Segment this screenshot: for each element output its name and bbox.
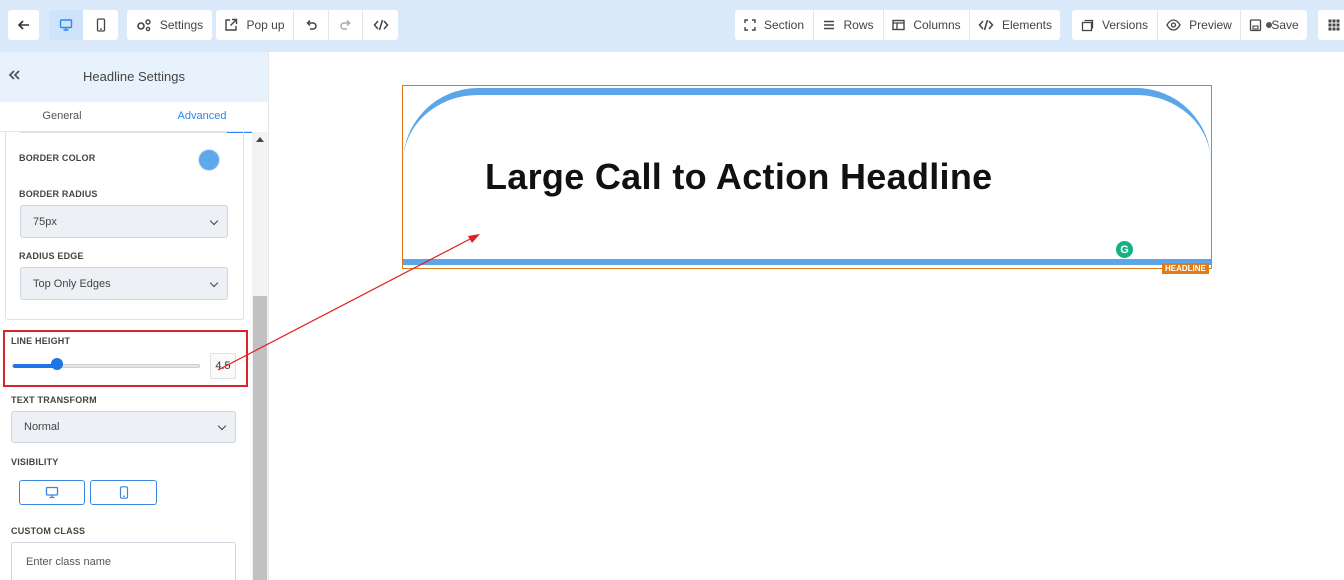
scrollbar-thumb[interactable] <box>253 296 267 580</box>
grammarly-icon[interactable]: G <box>1116 241 1133 258</box>
code-button[interactable] <box>362 10 398 40</box>
border-color-swatch[interactable] <box>198 149 220 171</box>
chevron-down-icon <box>217 421 227 431</box>
radius-edge-label: RADIUS EDGE <box>19 251 84 261</box>
undo-icon <box>306 19 317 30</box>
elements-button[interactable]: Elements <box>969 10 1060 40</box>
mobile-view-button[interactable] <box>83 10 118 40</box>
preview-button[interactable]: Preview <box>1157 10 1240 40</box>
preview-label: Preview <box>1189 18 1232 32</box>
undo-button[interactable] <box>293 10 328 40</box>
rows-button[interactable]: Rows <box>813 10 883 40</box>
line-height-slider-track[interactable] <box>12 364 200 368</box>
radius-edge-select[interactable]: Top Only Edges <box>20 267 228 300</box>
border-radius-select[interactable]: 75px <box>20 205 228 238</box>
radius-edge-value: Top Only Edges <box>33 277 111 290</box>
expand-icon <box>744 19 756 31</box>
settings-button[interactable]: Settings <box>127 10 212 40</box>
popup-button[interactable]: Pop up <box>216 10 293 40</box>
back-button[interactable] <box>8 10 39 40</box>
editor-canvas: Large Call to Action Headline G HEADLINE <box>269 52 1344 580</box>
text-transform-value: Normal <box>24 421 60 433</box>
columns-icon <box>892 19 906 31</box>
save-label: Save <box>1271 18 1299 32</box>
rows-icon <box>824 20 835 30</box>
top-toolbar: Settings Pop up Section Rows Columns Ele… <box>0 0 1344 52</box>
visibility-label: VISIBILITY <box>11 457 59 467</box>
section-label: Section <box>763 18 805 32</box>
element-type-tag: HEADLINE <box>1162 263 1209 274</box>
chevron-down-icon <box>209 216 219 225</box>
tab-advanced[interactable]: Advanced <box>147 102 257 133</box>
sidebar-tabs: General Advanced <box>0 102 268 133</box>
sidebar-header: Headline Settings <box>0 52 268 102</box>
popup-label: Pop up <box>246 18 285 32</box>
text-transform-select[interactable]: Normal <box>11 411 236 443</box>
scroll-up-arrow-icon[interactable] <box>256 137 264 142</box>
line-height-label: LINE HEIGHT <box>11 336 71 346</box>
versions-label: Versions <box>1101 18 1149 32</box>
redo-button[interactable] <box>328 10 362 40</box>
mobile-icon <box>96 18 105 32</box>
chevron-down-icon <box>209 278 219 287</box>
external-link-icon <box>225 18 238 31</box>
redo-icon <box>339 19 351 30</box>
versions-icon <box>1081 19 1094 31</box>
line-height-value[interactable]: 4.5 <box>210 353 236 379</box>
line-height-slider-thumb[interactable] <box>51 358 64 370</box>
grid-icon <box>1328 19 1340 31</box>
settings-sidebar: Headline Settings General Advanced BORDE… <box>0 52 269 580</box>
settings-label: Settings <box>159 18 204 32</box>
custom-class-input[interactable] <box>11 542 236 580</box>
mobile-icon <box>119 486 128 499</box>
code-icon <box>373 19 388 31</box>
text-transform-label: TEXT TRANSFORM <box>11 395 97 405</box>
sidebar-title: Headline Settings <box>83 69 185 84</box>
columns-label: Columns <box>913 18 961 32</box>
section-button[interactable]: Section <box>735 10 813 40</box>
arrow-left-icon <box>17 20 29 30</box>
code-icon <box>978 19 994 31</box>
border-radius-label: BORDER RADIUS <box>19 189 98 199</box>
border-color-label: BORDER COLOR <box>19 153 96 163</box>
custom-class-label: CUSTOM CLASS <box>11 526 86 536</box>
elements-label: Elements <box>1001 18 1053 32</box>
desktop-icon <box>59 19 73 31</box>
save-button[interactable]: Save <box>1240 10 1307 40</box>
headline-element[interactable]: Large Call to Action Headline G <box>402 85 1212 269</box>
previous-field-edge <box>20 132 227 133</box>
visibility-mobile-toggle[interactable] <box>90 480 157 505</box>
border-radius-value: 75px <box>33 215 57 228</box>
eye-icon <box>1166 19 1181 31</box>
tab-general[interactable]: General <box>0 102 124 132</box>
gears-icon <box>137 19 151 32</box>
desktop-view-button[interactable] <box>49 10 83 40</box>
rows-label: Rows <box>843 18 874 32</box>
versions-button[interactable]: Versions <box>1072 10 1157 40</box>
visibility-desktop-toggle[interactable] <box>19 480 85 505</box>
desktop-icon <box>45 486 59 499</box>
save-icon <box>1249 18 1273 32</box>
headline-text[interactable]: Large Call to Action Headline <box>485 156 992 198</box>
columns-button[interactable]: Columns <box>883 10 969 40</box>
sidebar-scrollbar[interactable] <box>252 132 268 580</box>
apps-button[interactable] <box>1318 10 1344 40</box>
